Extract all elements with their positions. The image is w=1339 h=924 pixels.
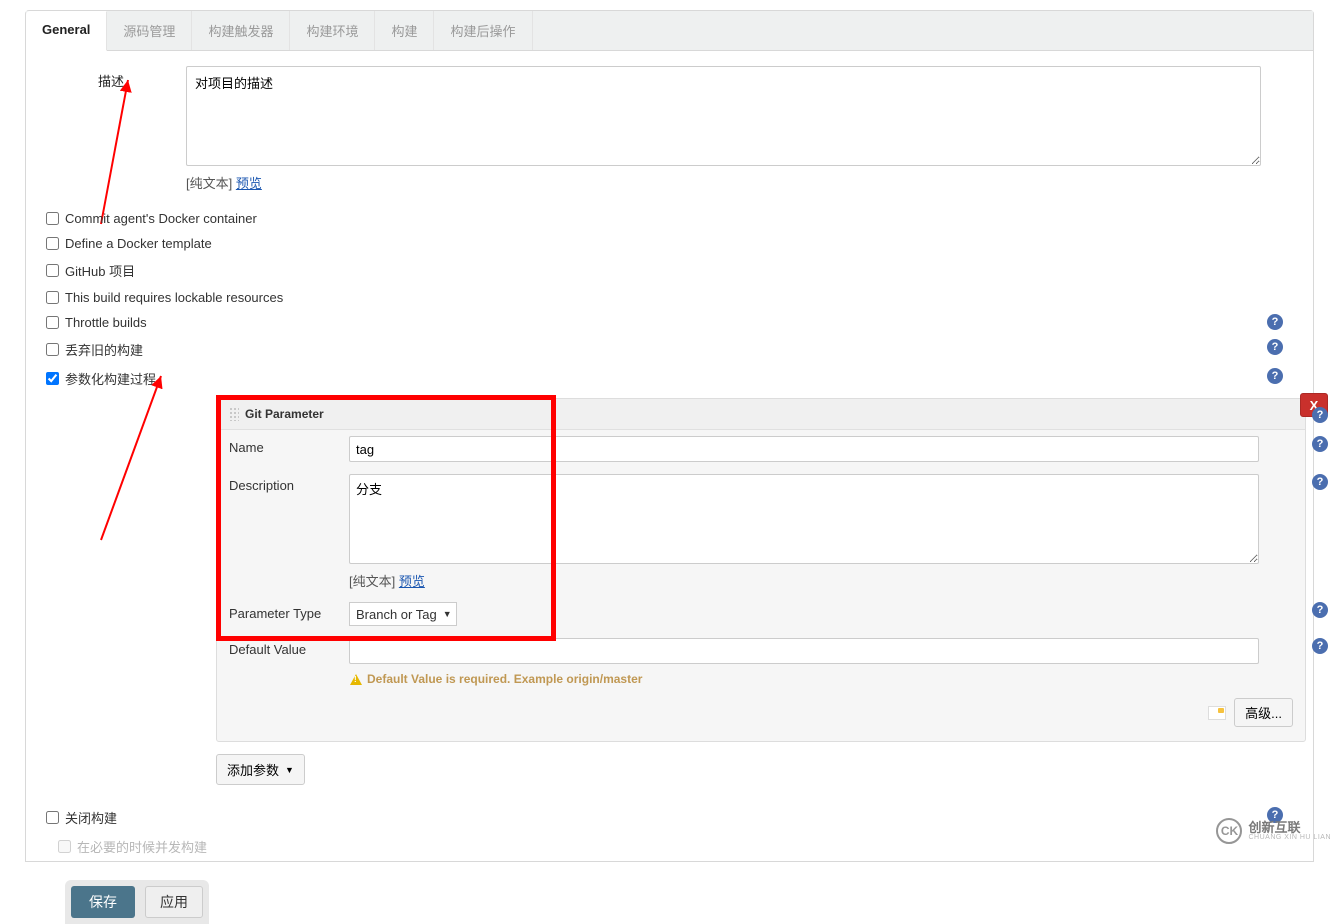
cb-github-project[interactable] xyxy=(46,264,59,277)
param-desc-label: Description xyxy=(229,474,349,493)
cb-lockable-resources[interactable] xyxy=(46,291,59,304)
preview-link[interactable]: 预览 xyxy=(236,176,262,191)
cb-commit-docker-label: Commit agent's Docker container xyxy=(65,211,257,226)
dropdown-caret-icon: ▼ xyxy=(443,609,452,619)
cb-lockable-resources-label: This build requires lockable resources xyxy=(65,290,283,305)
tab-env[interactable]: 构建环境 xyxy=(290,11,375,50)
help-icon[interactable]: ? xyxy=(1312,474,1328,490)
config-container: General 源码管理 构建触发器 构建环境 构建 构建后操作 描述 对项目的… xyxy=(25,10,1314,862)
save-button[interactable]: 保存 xyxy=(71,886,135,918)
tab-triggers[interactable]: 构建触发器 xyxy=(192,11,290,50)
help-icon[interactable]: ? xyxy=(1267,314,1283,330)
cb-close-build-label: 关闭构建 xyxy=(65,808,117,827)
git-parameter-panel: X Git Parameter ? Name ? Description xyxy=(216,398,1306,742)
git-parameter-title: Git Parameter xyxy=(245,407,324,421)
warning-icon xyxy=(350,674,362,685)
options-list: Commit agent's Docker container Define a… xyxy=(36,206,1303,393)
help-icon[interactable]: ? xyxy=(1312,436,1328,452)
tab-postbuild[interactable]: 构建后操作 xyxy=(434,11,532,50)
param-type-value: Branch or Tag xyxy=(356,607,437,622)
param-type-select[interactable]: Branch or Tag ▼ xyxy=(349,602,457,626)
default-value-warning: Default Value is required. Example origi… xyxy=(350,672,1305,686)
plain-text-indicator: [纯文本] xyxy=(349,574,399,589)
param-name-input[interactable] xyxy=(349,436,1259,462)
plain-text-indicator: [纯文本] xyxy=(186,176,236,191)
warning-text: Default Value is required. Example origi… xyxy=(367,672,642,686)
help-icon[interactable]: ? xyxy=(1267,339,1283,355)
cb-discard-old[interactable] xyxy=(46,343,59,356)
cb-define-docker-template[interactable] xyxy=(46,237,59,250)
cb-discard-old-label: 丢弃旧的构建 xyxy=(65,340,143,359)
description-label: 描述 xyxy=(36,66,186,90)
cb-commit-docker[interactable] xyxy=(46,212,59,225)
default-value-input[interactable] xyxy=(349,638,1259,664)
apply-button[interactable]: 应用 xyxy=(145,886,203,918)
param-desc-textarea[interactable]: 分支 xyxy=(349,474,1259,564)
param-type-label: Parameter Type xyxy=(229,602,349,621)
tab-build[interactable]: 构建 xyxy=(375,11,434,50)
param-name-label: Name xyxy=(229,436,349,455)
cb-close-build[interactable] xyxy=(46,811,59,824)
preview-link[interactable]: 预览 xyxy=(399,574,425,589)
cb-parameterized[interactable] xyxy=(46,372,59,385)
cb-concurrent-label: 在必要的时候并发构建 xyxy=(77,837,207,856)
watermark-logo: CK 创新互联 CHUANG XIN HU LIAN xyxy=(1216,818,1331,844)
cb-define-docker-template-label: Define a Docker template xyxy=(65,236,212,251)
add-parameter-button[interactable]: 添加参数 ▼ xyxy=(216,754,305,785)
logo-mark: CK xyxy=(1216,818,1242,844)
cb-concurrent-faded: 在必要的时候并发构建 xyxy=(36,832,1303,861)
cb-github-project-label: GitHub 项目 xyxy=(65,261,135,280)
cb-parameterized-label: 参数化构建过程 xyxy=(65,369,156,388)
dropdown-caret-icon: ▼ xyxy=(285,765,294,775)
help-icon[interactable]: ? xyxy=(1312,602,1328,618)
add-parameter-label: 添加参数 xyxy=(227,760,279,779)
logo-text-cn: 创新互联 xyxy=(1248,821,1331,834)
help-icon[interactable]: ? xyxy=(1312,638,1328,654)
drag-handle-icon[interactable] xyxy=(229,407,239,421)
tab-general[interactable]: General xyxy=(26,11,107,51)
help-icon[interactable]: ? xyxy=(1312,407,1328,423)
description-textarea[interactable]: 对项目的描述 xyxy=(186,66,1261,166)
edit-icon xyxy=(1208,706,1226,720)
cb-throttle-builds-label: Throttle builds xyxy=(65,315,147,330)
tab-scm[interactable]: 源码管理 xyxy=(107,11,192,50)
cb-concurrent xyxy=(58,840,71,853)
advanced-button[interactable]: 高级... xyxy=(1234,698,1293,727)
tab-bar: General 源码管理 构建触发器 构建环境 构建 构建后操作 xyxy=(26,11,1313,51)
default-value-label: Default Value xyxy=(229,638,349,657)
cb-throttle-builds[interactable] xyxy=(46,316,59,329)
help-icon[interactable]: ? xyxy=(1267,368,1283,384)
logo-text-en: CHUANG XIN HU LIAN xyxy=(1248,834,1331,841)
